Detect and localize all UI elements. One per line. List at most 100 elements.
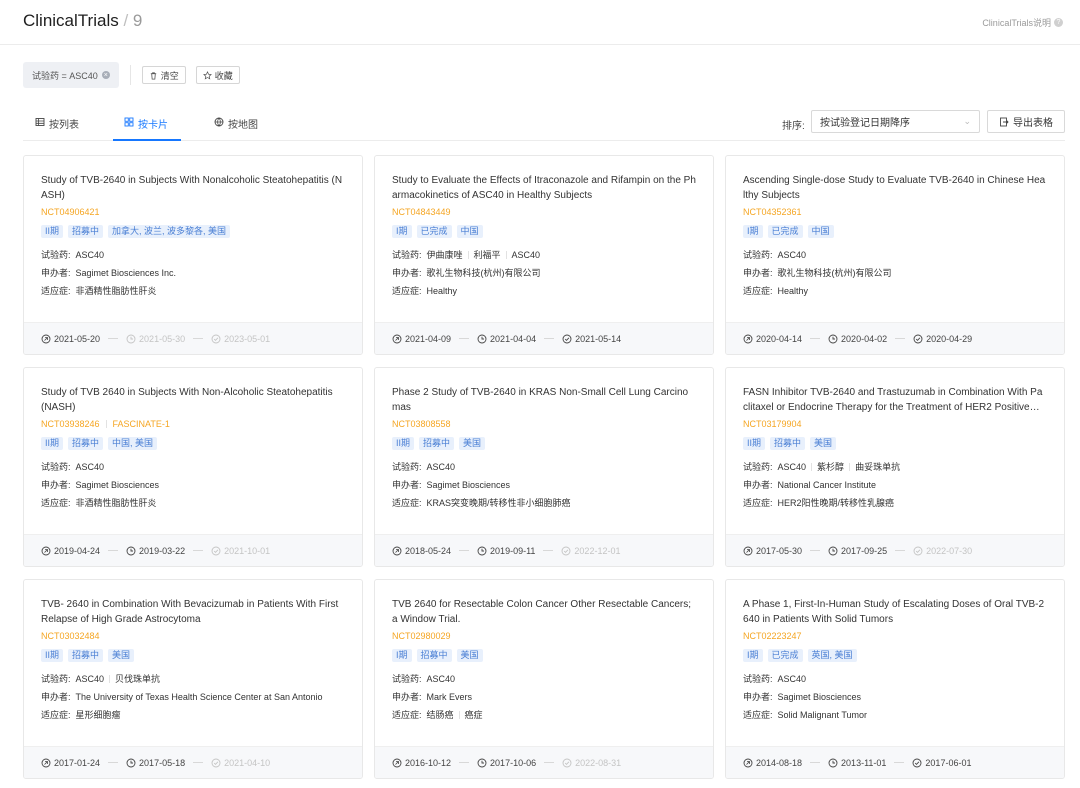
trial-dates: 2020-04-14 2020-04-02 2020-04-29 (726, 322, 1064, 354)
nct-id[interactable]: NCT03179904 (743, 419, 802, 429)
trial-dates: 2016-10-12 2017-10-06 2022-08-31 (375, 746, 713, 778)
check-circle-icon (562, 758, 572, 768)
trial-title[interactable]: Ascending Single-dose Study to Evaluate … (743, 173, 1047, 203)
tab-map[interactable]: 按地图 (214, 116, 258, 141)
register-icon (41, 334, 51, 344)
trial-tag: II期 (41, 649, 64, 662)
indication-row: 适应症: 非酒精性脂肪性肝炎 (41, 494, 345, 512)
trial-card[interactable]: A Phase 1, First-In-Human Study of Escal… (725, 579, 1065, 779)
help-link[interactable]: ClinicalTrials说明 ? (982, 16, 1063, 29)
filter-chip[interactable]: 试验药 = ASC40 × (23, 62, 119, 88)
list-icon (35, 118, 45, 126)
nct-id[interactable]: NCT02223247 (743, 631, 802, 641)
trial-info: 试验药: 伊曲康唑 利福平 ASC40 申办者: 歌礼生物科技(杭州)有限公司 适应症:… (392, 246, 696, 300)
trial-title[interactable]: TVB 2640 for Resectable Colon Cancer Oth… (392, 597, 696, 627)
favorite-button[interactable]: 收藏 (195, 66, 240, 84)
sponsor-row: 申办者: National Cancer Institute (743, 476, 1047, 494)
sponsor-value: The University of Texas Health Science C… (75, 692, 323, 702)
card-icon (124, 117, 134, 127)
nct-id[interactable]: NCT02980029 (392, 631, 451, 641)
date-value: 2017-09-25 (841, 545, 888, 556)
trial-card[interactable]: FASN Inhibitor TVB-2640 and Trastuzumab … (725, 367, 1065, 567)
trial-tag: 美国 (810, 437, 837, 450)
trial-tag: I期 (392, 649, 412, 662)
check-circle-icon (561, 546, 571, 556)
date-value: 2013-11-01 (841, 757, 887, 768)
indication-row: 适应症: Healthy (392, 282, 696, 300)
sponsor-value: Mark Evers (426, 692, 473, 702)
trial-tag: 招募中 (68, 437, 104, 450)
trial-title[interactable]: Study of TVB-2640 in Subjects With Nonal… (41, 173, 345, 203)
export-label: 导出表格 (1013, 118, 1053, 129)
tab-list[interactable]: 按列表 (35, 116, 79, 141)
trial-tag: II期 (41, 225, 64, 238)
trial-card[interactable]: TVB- 2640 in Combination With Bevacizuma… (23, 579, 363, 779)
filter-chip-label: 试验药 = ASC40 (32, 70, 98, 81)
sort-select[interactable]: 按试验登记日期降序 ⌄ (811, 110, 980, 133)
date-value: 2018-05-24 (405, 545, 452, 556)
register-date: 2014-08-18 (743, 758, 802, 768)
divider (505, 251, 507, 259)
date-value: 2021-10-01 (224, 545, 271, 556)
trial-card[interactable]: Study of TVB-2640 in Subjects With Nonal… (23, 155, 363, 355)
tab-card[interactable]: 按卡片 (113, 116, 181, 141)
title-separator: / (123, 11, 129, 30)
clear-button[interactable]: 清空 (141, 66, 186, 84)
register-icon (41, 546, 51, 556)
nct-id[interactable]: NCT03808558 (392, 419, 451, 429)
trial-title[interactable]: Phase 2 Study of TVB-2640 in KRAS Non-Sm… (392, 385, 696, 415)
trial-ids: NCT04906421 (41, 206, 345, 218)
indication-label: 适应症: (743, 286, 773, 296)
brand-name: ClinicalTrials (23, 11, 119, 30)
sponsor-value: Sagimet Biosciences Inc. (75, 268, 177, 278)
drug-row: 试验药: 伊曲康唑 利福平 ASC40 (392, 246, 696, 264)
trial-card[interactable]: Phase 2 Study of TVB-2640 in KRAS Non-Sm… (374, 367, 714, 567)
trial-tag: 加拿大, 波兰, 波多黎各, 美国 (108, 225, 231, 238)
export-button[interactable]: 导出表格 (987, 110, 1065, 133)
list-value: 非酒精性脂肪性肝炎 (75, 286, 157, 296)
completion-date: 2021-04-10 (211, 758, 270, 768)
indication-values: 星形细胞瘤 (76, 706, 121, 724)
start-date: 2017-05-18 (126, 758, 185, 768)
clock-icon (126, 546, 136, 556)
check-circle-icon (913, 334, 923, 344)
list-value: 贝伐珠单抗 (115, 674, 161, 684)
nct-id[interactable]: NCT04843449 (392, 207, 451, 217)
trial-card[interactable]: Study to Evaluate the Effects of Itracon… (374, 155, 714, 355)
divider (895, 550, 906, 551)
close-icon[interactable]: × (101, 71, 110, 79)
date-value: 2019-09-11 (490, 545, 536, 556)
indication-row: 适应症: HER2阳性晚期/转移性乳腺癌 (743, 494, 1047, 512)
divider (459, 550, 470, 551)
divider (895, 338, 906, 339)
divider (810, 338, 821, 339)
trial-title[interactable]: Study of TVB 2640 in Subjects With Non-A… (41, 385, 345, 415)
trial-tag: II期 (392, 437, 415, 450)
nct-id[interactable]: NCT04352361 (743, 207, 802, 217)
check-circle-icon (211, 758, 221, 768)
trial-card[interactable]: Study of TVB 2640 in Subjects With Non-A… (23, 367, 363, 567)
nct-id[interactable]: NCT03032484 (41, 631, 100, 641)
clock-icon (828, 334, 838, 344)
list-value: Healthy (426, 286, 458, 296)
trial-card[interactable]: Ascending Single-dose Study to Evaluate … (725, 155, 1065, 355)
trial-title[interactable]: A Phase 1, First-In-Human Study of Escal… (743, 597, 1047, 627)
trial-title[interactable]: Study to Evaluate the Effects of Itracon… (392, 173, 696, 203)
divider (459, 762, 470, 763)
trial-tag: 美国 (456, 649, 483, 662)
help-icon: ? (1054, 18, 1063, 27)
trial-tag: I期 (743, 649, 763, 662)
nct-id[interactable]: NCT04906421 (41, 207, 100, 217)
sponsor-row: 申办者: Sagimet Biosciences (392, 476, 696, 494)
drug-row: 试验药: ASC40 (743, 670, 1047, 688)
sponsor-label: 申办者: (41, 480, 71, 490)
trial-title[interactable]: FASN Inhibitor TVB-2640 and Trastuzumab … (743, 385, 1047, 415)
trial-title[interactable]: TVB- 2640 in Combination With Bevacizuma… (41, 597, 345, 627)
sort-label: 排序: (782, 121, 805, 132)
date-value: 2021-04-09 (405, 333, 452, 344)
trial-card[interactable]: TVB 2640 for Resectable Colon Cancer Oth… (374, 579, 714, 779)
nct-id[interactable]: NCT03938246 (41, 419, 100, 429)
list-value: ASC40 (426, 674, 456, 684)
drug-row: 试验药: ASC40 (41, 458, 345, 476)
sponsor-value: Sagimet Biosciences (75, 480, 160, 490)
